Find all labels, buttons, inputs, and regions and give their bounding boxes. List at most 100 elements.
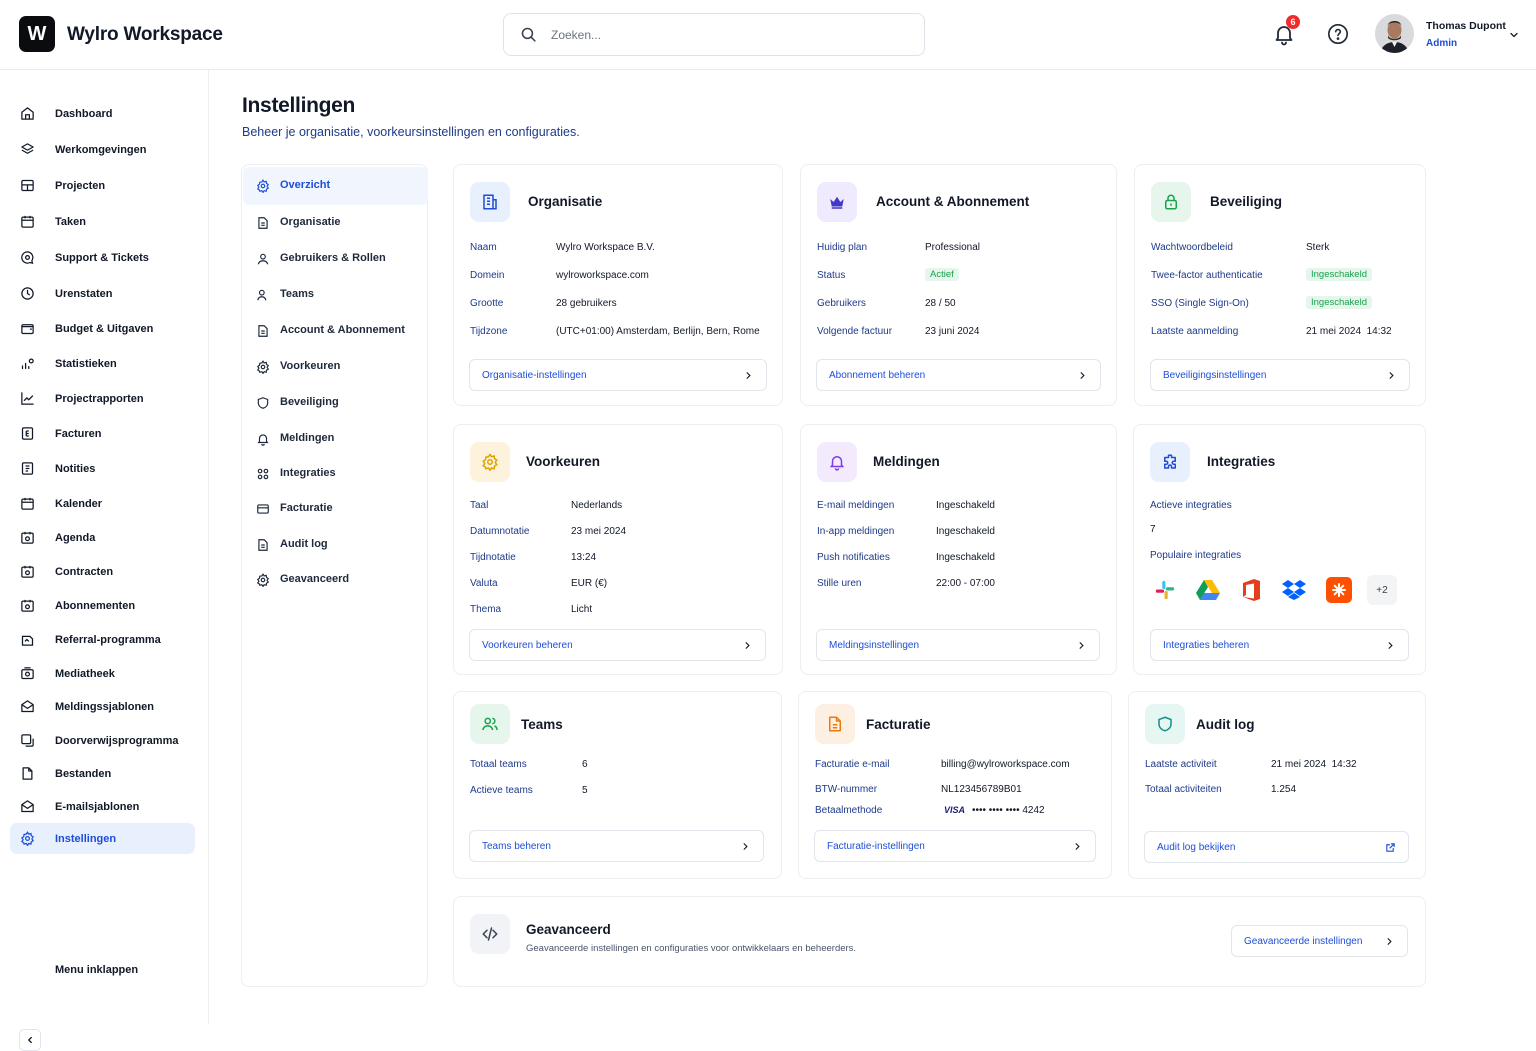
row-label: Wachtwoordbeleid	[1151, 242, 1233, 253]
chevron-down-icon[interactable]	[1508, 29, 1520, 41]
sidebar-item-label: Taken	[55, 215, 86, 228]
sidebar-item-referral[interactable]: Referral-programma	[10, 624, 195, 655]
row-value: Wylro Workspace B.V.	[556, 242, 655, 253]
collapse-menu-button[interactable]	[19, 1029, 41, 1051]
facturatie-settings-button[interactable]: Facturatie-instellingen	[814, 830, 1096, 862]
row-value: 1.254	[1271, 784, 1297, 795]
sidebar-item-mediatheek[interactable]: Mediatheek	[10, 658, 195, 689]
row-value: (UTC+01:00) Amsterdam, Berlijn, Bern, Ro…	[556, 326, 760, 337]
row-label: Domein	[470, 270, 505, 281]
sidebar-item-emailsjablonen[interactable]: E-mailsjablonen	[10, 791, 195, 822]
gear-icon	[21, 831, 34, 846]
sidebar-item-instellingen[interactable]: Instellingen	[10, 823, 195, 854]
sidebar-item-taken[interactable]: Taken	[10, 206, 195, 237]
sidebar-item-statistieken[interactable]: Statistieken	[10, 348, 195, 379]
sidebar-item-notities[interactable]: Notities	[10, 453, 195, 484]
top-bar: W Wylro Workspace Zoeken... 6 Thomas Dup…	[0, 0, 1536, 70]
app-logo[interactable]: W	[19, 16, 55, 52]
office-icon[interactable]	[1236, 575, 1266, 605]
subnav-label: Facturatie	[280, 502, 333, 514]
collapse-menu-label[interactable]: Menu inklappen	[55, 964, 138, 976]
more-integrations-badge[interactable]: +2	[1367, 575, 1397, 605]
users-icon	[470, 704, 510, 744]
sidebar-item-contracten[interactable]: Contracten	[10, 556, 195, 587]
subnav-item-auditlog[interactable]: Audit log	[243, 526, 428, 564]
sidebar-item-agenda[interactable]: Agenda	[10, 522, 195, 553]
sidebar-item-abonnementen[interactable]: Abonnementen	[10, 590, 195, 621]
sidebar-item-label: Dashboard	[55, 107, 113, 120]
zapier-icon[interactable]	[1326, 577, 1352, 603]
teams-beheren-button[interactable]: Teams beheren	[469, 830, 764, 862]
button-label: Voorkeuren beheren	[482, 640, 573, 651]
home-icon	[21, 107, 34, 120]
visa-logo: VISA	[944, 805, 966, 815]
contract-icon	[21, 565, 34, 578]
sidebar-item-projecten[interactable]: Projecten	[10, 170, 195, 201]
geavanceerde-settings-button[interactable]: Geavanceerde instellingen	[1231, 925, 1408, 957]
user-name[interactable]: Thomas Dupont	[1426, 20, 1506, 32]
beveiliging-settings-button[interactable]: Beveiligingsinstellingen	[1150, 359, 1410, 391]
sidebar-item-meldingssjablonen[interactable]: Meldingssjablonen	[10, 691, 195, 722]
apps-icon	[257, 468, 269, 480]
building-icon	[470, 182, 510, 222]
sidebar-item-werkomgevingen[interactable]: Werkomgevingen	[10, 134, 195, 165]
google-drive-icon[interactable]	[1193, 575, 1223, 605]
row-label: In-app meldingen	[817, 526, 895, 537]
subnav-item-geavanceerd[interactable]: Geavanceerd	[243, 561, 428, 599]
subnav-item-teams[interactable]: Teams	[243, 276, 428, 314]
row-value: 28 gebruikers	[556, 298, 617, 309]
sidebar-item-projectrapporten[interactable]: Projectrapporten	[10, 383, 195, 414]
voorkeuren-beheren-button[interactable]: Voorkeuren beheren	[469, 629, 766, 661]
row-value: Professional	[925, 242, 981, 253]
subnav-item-voorkeuren[interactable]: Voorkeuren	[243, 348, 428, 386]
page-subtitle: Beheer je organisatie, voorkeursinstelli…	[242, 125, 580, 139]
sidebar-item-urenstaten[interactable]: Urenstaten	[10, 278, 195, 309]
subnav-item-organisatie[interactable]: Organisatie	[243, 204, 428, 242]
slack-icon[interactable]	[1150, 575, 1180, 605]
sidebar-item-facturen[interactable]: Facturen	[10, 418, 195, 449]
row-label: Tijdzone	[470, 326, 508, 337]
sidebar-item-kalender[interactable]: Kalender	[10, 488, 195, 519]
subnav-item-integraties[interactable]: Integraties	[243, 455, 428, 493]
wallet-icon	[21, 324, 34, 335]
settings-subnav: Overzicht Organisatie Gebruikers & Rolle…	[241, 164, 428, 987]
calendar-check-icon	[21, 215, 34, 228]
button-label: Meldingsinstellingen	[829, 640, 920, 651]
sidebar-item-label: Projectrapporten	[55, 392, 144, 405]
subnav-item-facturatie[interactable]: Facturatie	[243, 490, 428, 528]
row-label: Laatste activiteit	[1145, 759, 1217, 770]
help-icon[interactable]	[1327, 23, 1349, 45]
integraties-beheren-button[interactable]: Integraties beheren	[1150, 629, 1409, 661]
row-label: Stille uren	[817, 578, 862, 589]
avatar[interactable]	[1375, 14, 1414, 53]
audit-log-bekijken-button[interactable]: Audit log bekijken	[1144, 831, 1409, 863]
sidebar-item-bestanden[interactable]: Bestanden	[10, 758, 195, 789]
subnav-item-beveiliging[interactable]: Beveiliging	[243, 384, 428, 422]
sidebar-item-doorverwijs[interactable]: Doorverwijsprogramma	[10, 725, 195, 756]
subnav-item-meldingen[interactable]: Meldingen	[243, 420, 428, 458]
trend-icon	[21, 392, 34, 405]
meldingsinstellingen-button[interactable]: Meldingsinstellingen	[816, 629, 1100, 661]
sidebar-item-label: Referral-programma	[55, 633, 161, 646]
dropbox-icon[interactable]	[1279, 575, 1309, 605]
sidebar-item-dashboard[interactable]: Dashboard	[10, 98, 195, 129]
card-title: Teams	[521, 717, 563, 732]
subnav-label: Overzicht	[280, 179, 331, 191]
subnav-item-account[interactable]: Account & Abonnement	[243, 312, 428, 350]
card-title: Audit log	[1196, 717, 1255, 732]
search-input[interactable]: Zoeken...	[503, 13, 925, 56]
card-title: Facturatie	[866, 717, 931, 732]
organisatie-settings-button[interactable]: Organisatie-instellingen	[469, 359, 767, 391]
sidebar-item-label: Mediatheek	[55, 667, 115, 680]
row-value: billing@wylroworkspace.com	[941, 759, 1070, 770]
subnav-item-overzicht[interactable]: Overzicht	[243, 167, 428, 205]
sidebar-item-label: Urenstaten	[55, 287, 113, 300]
subnav-item-gebruikers[interactable]: Gebruikers & Rollen	[243, 240, 428, 278]
chevron-right-icon	[745, 642, 750, 649]
clock-icon	[21, 287, 34, 300]
sidebar-item-support[interactable]: Support & Tickets	[10, 242, 195, 273]
row-value: 22:00 - 07:00	[936, 578, 995, 589]
sidebar-item-budget[interactable]: Budget & Uitgaven	[10, 313, 195, 344]
abonnement-beheren-button[interactable]: Abonnement beheren	[816, 359, 1101, 391]
card-integraties: Integraties Actieve integraties 7 Popula…	[1133, 424, 1426, 675]
